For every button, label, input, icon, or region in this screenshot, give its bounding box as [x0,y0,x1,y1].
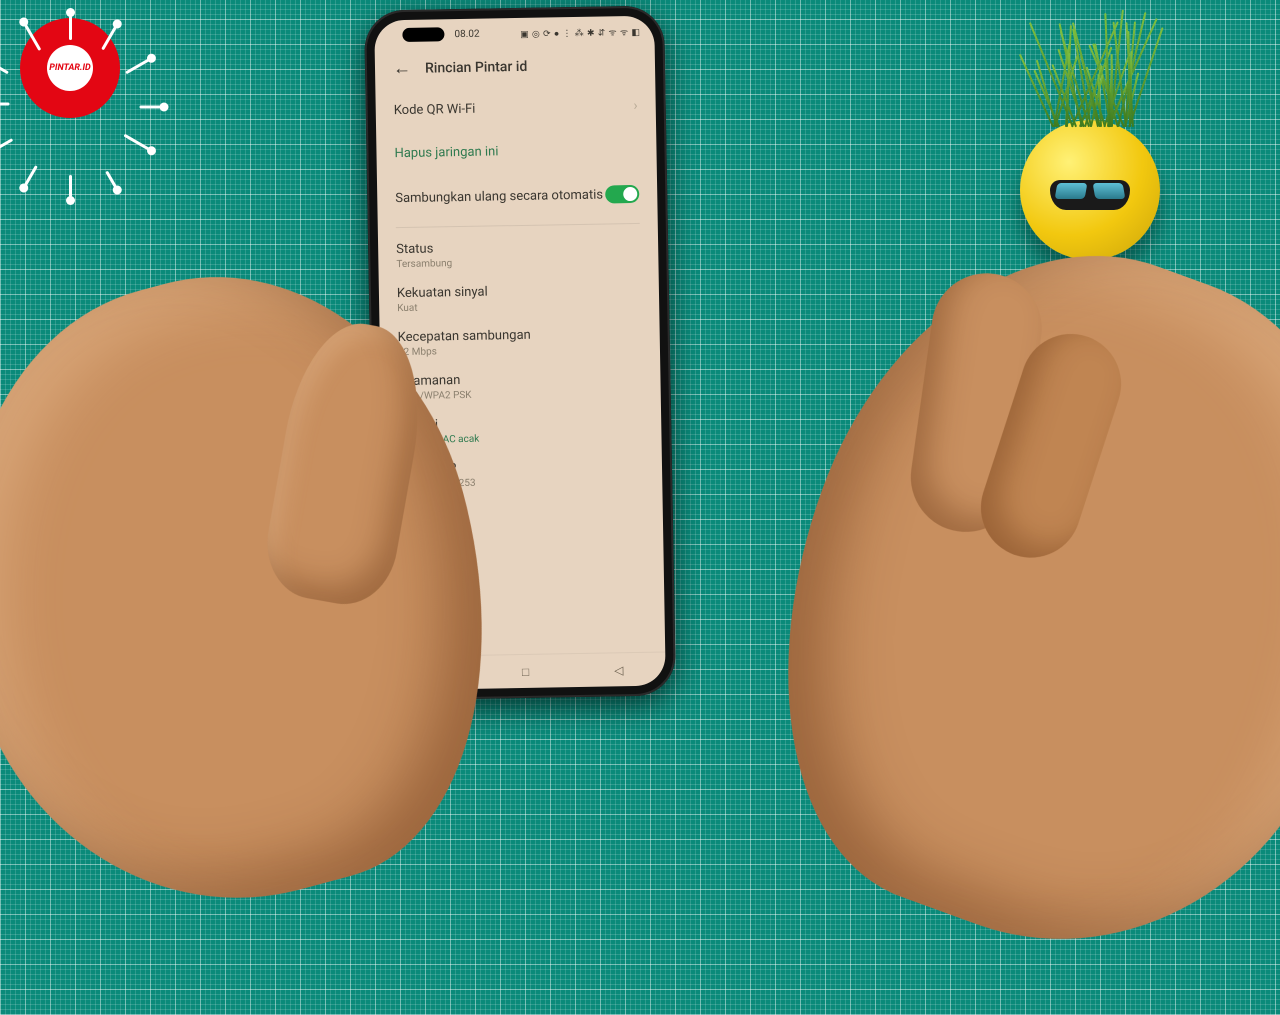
detail-key: Kecepatan sambungan [398,326,642,345]
detail-row: Kecepatan sambungan72 Mbps [397,316,642,364]
camera-notch [402,27,444,42]
detail-key: Status [396,238,640,257]
detail-row: StatusTersambung [396,228,641,276]
section-divider [396,223,640,228]
decor-pot-face [1050,180,1130,210]
detail-value: 72 Mbps [398,343,642,358]
detail-key: Kekuatan sinyal [397,282,641,301]
row-forget-network[interactable]: Hapus jaringan ini [394,128,639,175]
row-label: Sambungkan ulang secara otomatis [395,187,603,206]
status-indicators: ▣ ◎ ⟳ ● ⋮ ⁂ ✱ ⇵ ᯤ ᯤ ◧ [520,24,640,39]
row-label: Hapus jaringan ini [394,144,498,161]
logo-text: PINTAR.ID [47,45,93,91]
row-label: Kode QR Wi-Fi [394,101,476,117]
decor-pot [1020,120,1160,260]
hand-right [701,185,1280,1015]
detail-key: Keamanan [398,370,642,389]
nav-back-icon[interactable]: ◁ [612,663,626,677]
nav-home-icon[interactable]: □ [518,664,532,678]
row-wifi-qr[interactable]: Kode QR Wi-Fi › [393,84,638,132]
title-bar: ← Rincian Pintar id [375,42,656,89]
back-arrow-icon[interactable]: ← [393,60,411,78]
decor-grass [1048,7,1132,127]
row-auto-reconnect[interactable]: Sambungkan ulang secara otomatis [395,171,640,221]
channel-logo: PINTAR.ID [20,18,120,118]
detail-row: KeamananWPA/WPA2 PSK [398,360,643,408]
chevron-right-icon: › [633,98,637,114]
toggle-switch-on[interactable] [605,185,639,204]
status-time: 08.02 [454,28,479,39]
detail-value: Kuat [397,299,641,314]
detail-value: Tersambung [396,255,640,270]
page-title: Rincian Pintar id [425,59,528,77]
detail-row: Kekuatan sinyalKuat [397,272,642,320]
detail-value: WPA/WPA2 PSK [399,387,643,402]
